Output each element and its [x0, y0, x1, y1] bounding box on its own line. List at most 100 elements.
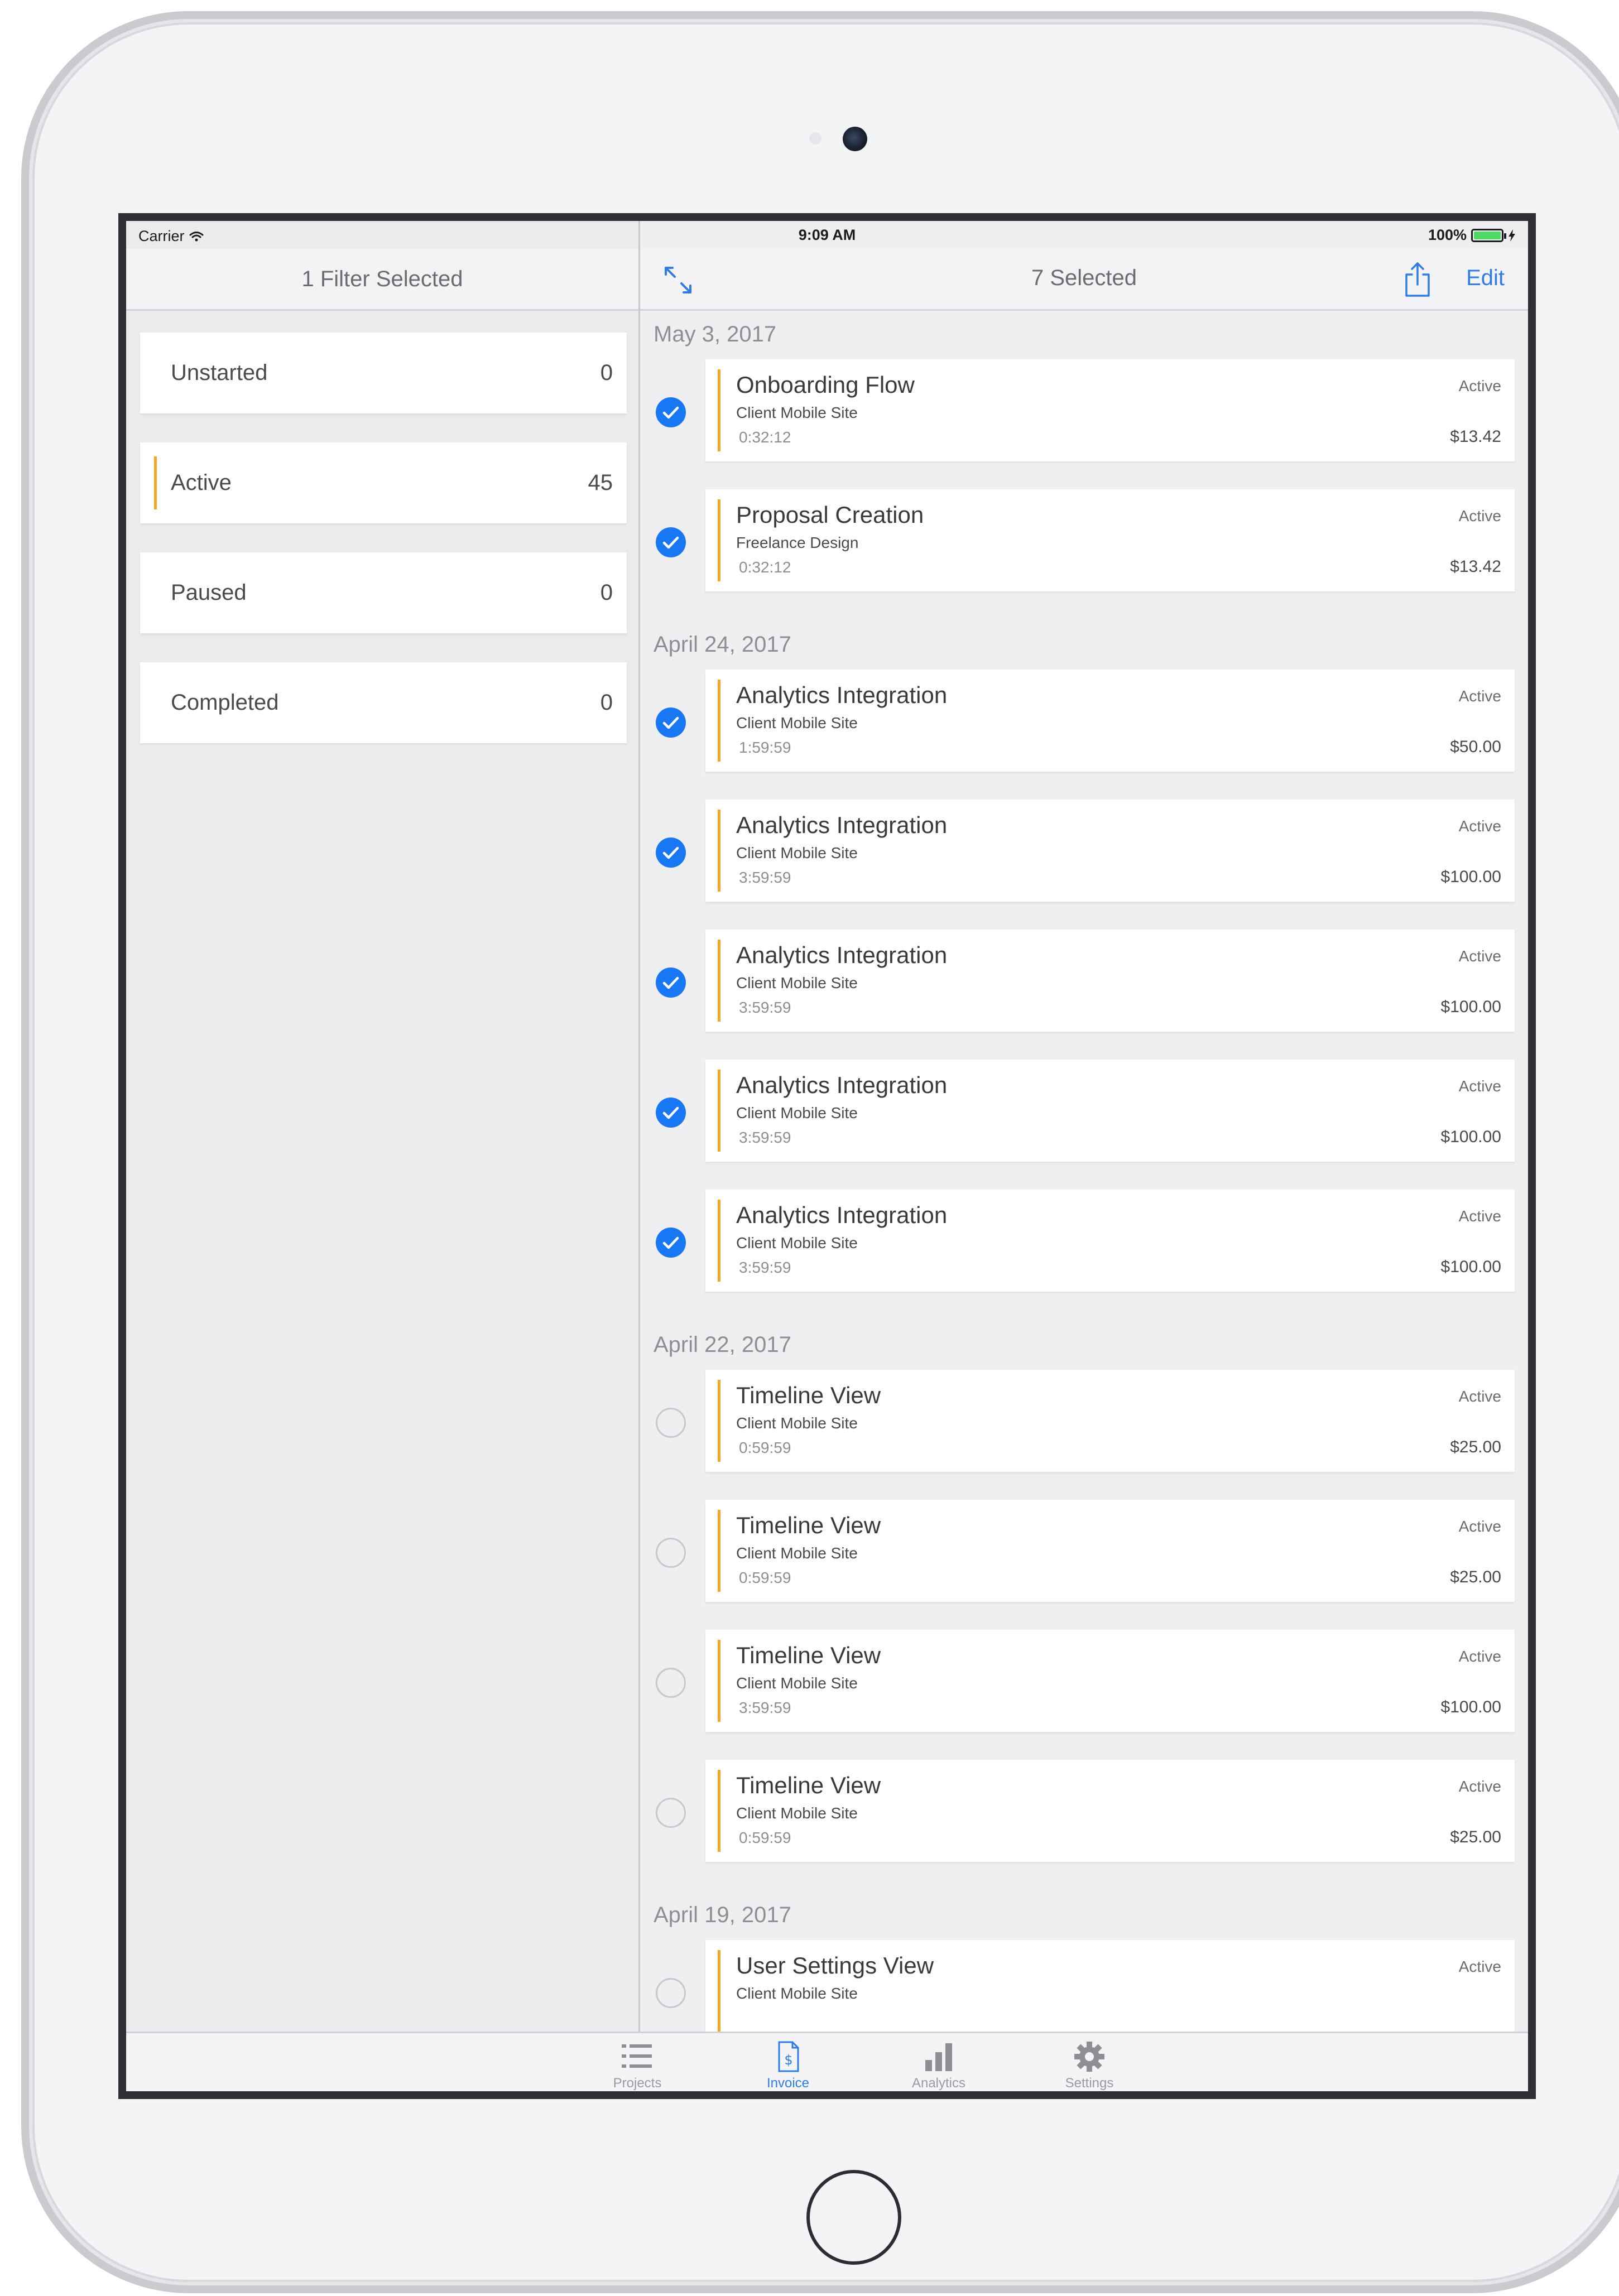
duration: 3:59:59 [739, 1259, 791, 1276]
filter-item-completed[interactable]: Completed 0 [140, 662, 627, 743]
selection-checkbox[interactable] [656, 837, 686, 868]
invoice-card[interactable]: Timeline View Client Mobile Site 0:59:59… [705, 1500, 1515, 1602]
amount: $100.00 [1440, 998, 1501, 1016]
sidebar-title: 1 Filter Selected [301, 266, 463, 291]
invoice-card[interactable]: Proposal Creation Freelance Design 0:32:… [705, 489, 1515, 591]
filter-item-active[interactable]: Active 45 [140, 442, 627, 523]
filter-list: Unstarted 0 Active 45 Paused 0 Completed… [140, 333, 627, 772]
filter-item-paused[interactable]: Paused 0 [140, 552, 627, 633]
battery-icon [1471, 228, 1506, 242]
gear-icon [1074, 2042, 1104, 2072]
tab-projects[interactable]: Projects [582, 2033, 693, 2091]
sidebar-header: 1 Filter Selected [126, 249, 638, 311]
filter-count: 45 [588, 470, 613, 495]
task-title: Proposal Creation [736, 502, 924, 528]
tab-invoice[interactable]: $ Invoice [732, 2033, 844, 2091]
invoice-card[interactable]: Analytics Integration Client Mobile Site… [705, 1190, 1515, 1292]
selection-checkbox[interactable] [656, 1408, 686, 1438]
invoice-card[interactable]: Timeline View Client Mobile Site 0:59:59… [705, 1370, 1515, 1472]
tab-analytics[interactable]: Analytics [883, 2033, 995, 2091]
svg-text:$: $ [784, 2052, 792, 2068]
task-title: User Settings View [736, 1952, 934, 1979]
selection-checkbox[interactable] [656, 1668, 686, 1698]
status-color-bar [718, 499, 720, 581]
invoice-row[interactable]: Timeline View Client Mobile Site 3:59:59… [640, 1630, 1528, 1760]
invoice-card[interactable]: Analytics Integration Client Mobile Site… [705, 930, 1515, 1032]
client-name: Client Mobile Site [736, 1674, 858, 1692]
client-name: Client Mobile Site [736, 1104, 858, 1121]
invoice-row[interactable]: Analytics Integration Client Mobile Site… [640, 670, 1528, 800]
invoice-row[interactable]: Analytics Integration Client Mobile Site… [640, 930, 1528, 1060]
selection-checkbox[interactable] [656, 1538, 686, 1568]
invoice-row[interactable]: User Settings View Client Mobile Site Ac… [640, 1940, 1528, 2032]
checkmark-icon [662, 536, 679, 549]
list-header: 7 Selected Edit [640, 249, 1528, 311]
share-button[interactable] [1402, 261, 1433, 298]
task-title: Analytics Integration [736, 942, 948, 968]
checkmark-icon [662, 976, 679, 989]
filter-item-unstarted[interactable]: Unstarted 0 [140, 333, 627, 413]
invoice-row[interactable]: Timeline View Client Mobile Site 0:59:59… [640, 1760, 1528, 1890]
selection-checkbox[interactable] [656, 1228, 686, 1258]
invoice-card[interactable]: Analytics Integration Client Mobile Site… [705, 670, 1515, 772]
selection-count-title: 7 Selected [1031, 266, 1137, 290]
clock: 9:09 AM [798, 227, 856, 243]
invoice-row[interactable]: Timeline View Client Mobile Site 0:59:59… [640, 1370, 1528, 1500]
client-name: Client Mobile Site [736, 404, 858, 421]
edit-button[interactable]: Edit [1466, 266, 1505, 291]
invoice-row[interactable]: Analytics Integration Client Mobile Site… [640, 800, 1528, 930]
date-section-header: April 22, 2017 [654, 1332, 791, 1357]
filter-count: 0 [600, 690, 613, 715]
filter-label: Unstarted [171, 360, 268, 385]
invoice-row[interactable]: Analytics Integration Client Mobile Site… [640, 1060, 1528, 1190]
invoice-card[interactable]: Timeline View Client Mobile Site 3:59:59… [705, 1630, 1515, 1732]
amount: $13.42 [1450, 557, 1501, 576]
duration: 0:32:12 [739, 429, 791, 446]
invoice-card[interactable]: Analytics Integration Client Mobile Site… [705, 1060, 1515, 1162]
selection-checkbox[interactable] [656, 968, 686, 998]
invoice-card[interactable]: User Settings View Client Mobile Site Ac… [705, 1940, 1515, 2032]
share-icon [1405, 262, 1430, 297]
invoice-row[interactable]: Onboarding Flow Client Mobile Site 0:32:… [640, 359, 1528, 489]
client-name: Client Mobile Site [736, 1804, 858, 1822]
selection-checkbox[interactable] [656, 527, 686, 557]
status-badge: Active [1458, 1077, 1501, 1095]
checkmark-icon [662, 1106, 679, 1119]
charging-bolt-icon [1508, 229, 1515, 242]
status-color-bar [718, 1770, 720, 1852]
selection-checkbox[interactable] [656, 1978, 686, 2008]
status-badge: Active [1458, 817, 1501, 835]
invoice-row[interactable]: Analytics Integration Client Mobile Site… [640, 1190, 1528, 1320]
status-badge: Active [1458, 1388, 1501, 1405]
invoice-row[interactable]: Proposal Creation Freelance Design 0:32:… [640, 489, 1528, 619]
invoice-card[interactable]: Timeline View Client Mobile Site 0:59:59… [705, 1760, 1515, 1862]
selection-checkbox[interactable] [656, 707, 686, 738]
amount: $25.00 [1450, 1568, 1501, 1586]
selection-checkbox[interactable] [656, 1798, 686, 1828]
date-section-header: April 19, 2017 [654, 1903, 791, 1927]
selection-checkbox[interactable] [656, 397, 686, 427]
task-title: Onboarding Flow [736, 372, 915, 398]
status-color-bar [718, 1510, 720, 1592]
status-color-bar [718, 940, 720, 1022]
status-color-bar [718, 369, 720, 451]
duration: 1:59:59 [739, 739, 791, 756]
status-badge: Active [1458, 1958, 1501, 1975]
amount: $25.00 [1450, 1828, 1501, 1846]
invoice-list-pane: 7 Selected Edit May 3, 2017 Onboarding F… [640, 221, 1528, 2032]
client-name: Client Mobile Site [736, 1544, 858, 1562]
selection-checkbox[interactable] [656, 1098, 686, 1128]
status-color-bar [718, 1200, 720, 1282]
invoice-card[interactable]: Analytics Integration Client Mobile Site… [705, 800, 1515, 902]
status-color-bar [718, 810, 720, 892]
invoice-card[interactable]: Onboarding Flow Client Mobile Site 0:32:… [705, 359, 1515, 461]
home-button[interactable] [806, 2170, 901, 2265]
filter-label: Completed [171, 690, 279, 715]
invoice-row[interactable]: Timeline View Client Mobile Site 0:59:59… [640, 1500, 1528, 1630]
task-title: Timeline View [736, 1512, 881, 1538]
tab-settings[interactable]: Settings [1034, 2033, 1145, 2091]
amount: $25.00 [1450, 1438, 1501, 1456]
client-name: Client Mobile Site [736, 1985, 858, 2002]
checkmark-icon [662, 1236, 679, 1249]
status-badge: Active [1458, 377, 1501, 394]
